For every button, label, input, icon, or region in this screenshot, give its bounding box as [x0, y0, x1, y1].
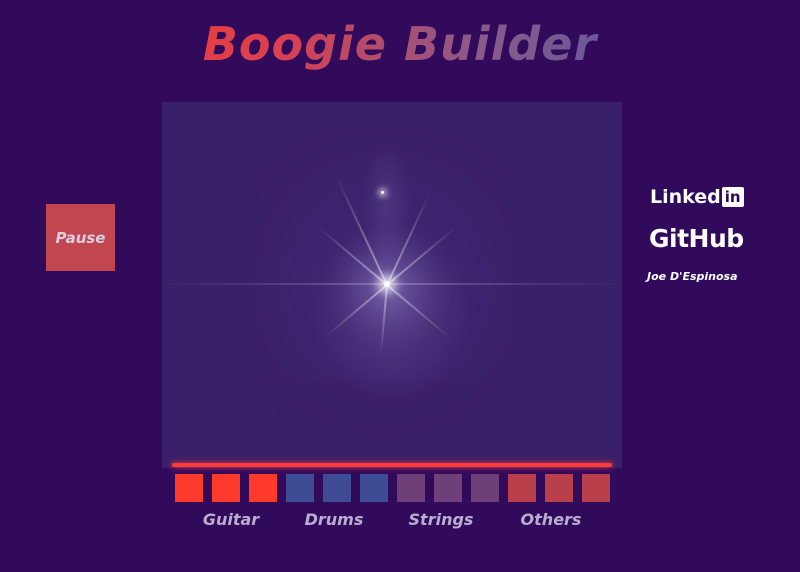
- playhead-track: [172, 463, 612, 467]
- github-link[interactable]: GitHub: [649, 224, 744, 253]
- guitar-pad-2[interactable]: [212, 474, 240, 502]
- pause-button[interactable]: Pause: [46, 204, 115, 271]
- strings-pad-1[interactable]: [397, 474, 425, 502]
- others-pad-1[interactable]: [508, 474, 536, 502]
- group-label-drums: Drums: [304, 510, 364, 529]
- author-link[interactable]: Joe D'Espinosa: [647, 270, 738, 283]
- linkedin-icon: in: [721, 187, 744, 207]
- small-star: [381, 191, 384, 194]
- app-title: Boogie Builder: [0, 12, 800, 76]
- group-label-others: Others: [520, 510, 582, 529]
- drums-pad-1[interactable]: [286, 474, 314, 502]
- linkedin-wordmark: Linked: [650, 186, 721, 208]
- light-flare: [384, 281, 390, 287]
- light-glow: [312, 222, 472, 402]
- linkedin-link[interactable]: Linked in: [650, 186, 744, 208]
- strings-pad-3[interactable]: [471, 474, 499, 502]
- visualizer-canvas: [162, 102, 622, 468]
- others-pad-2[interactable]: [545, 474, 573, 502]
- group-label-guitar: Guitar: [202, 510, 260, 529]
- instrument-pads: [175, 474, 615, 502]
- guitar-pad-3[interactable]: [249, 474, 277, 502]
- strings-pad-2[interactable]: [434, 474, 462, 502]
- others-pad-3[interactable]: [582, 474, 610, 502]
- guitar-pad-1[interactable]: [175, 474, 203, 502]
- group-label-strings: Strings: [408, 510, 474, 529]
- light-horizontal-streak: [162, 283, 622, 285]
- drums-pad-2[interactable]: [323, 474, 351, 502]
- drums-pad-3[interactable]: [360, 474, 388, 502]
